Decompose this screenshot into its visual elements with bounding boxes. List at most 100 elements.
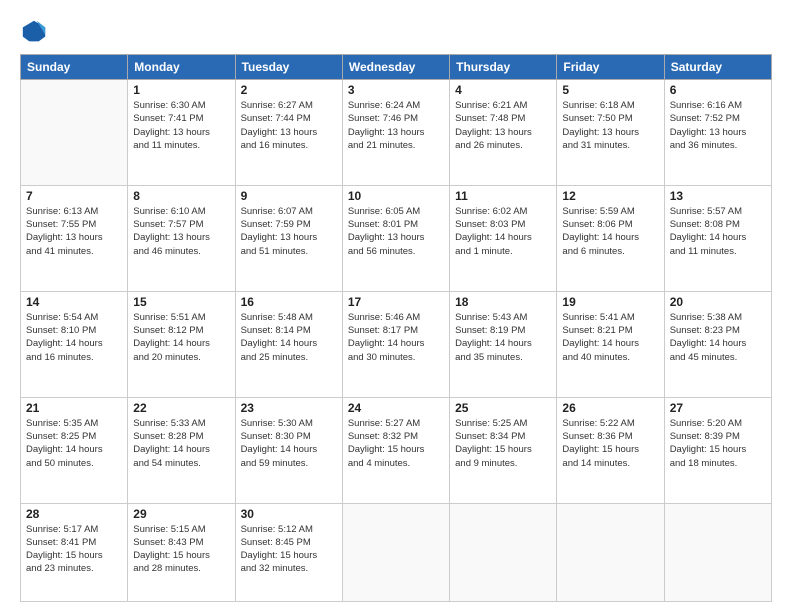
- day-info: Sunrise: 5:15 AMSunset: 8:43 PMDaylight:…: [133, 523, 229, 576]
- day-info: Sunrise: 5:20 AMSunset: 8:39 PMDaylight:…: [670, 417, 766, 470]
- day-info: Sunrise: 5:54 AMSunset: 8:10 PMDaylight:…: [26, 311, 122, 364]
- calendar-day-cell: 30Sunrise: 5:12 AMSunset: 8:45 PMDayligh…: [235, 503, 342, 601]
- calendar-day-cell: 3 Sunrise: 6:24 AMSunset: 7:46 PMDaylight…: [342, 80, 449, 186]
- calendar-day-cell: 18 Sunrise: 5:43 AMSunset: 8:19 PMDayligh…: [450, 291, 557, 397]
- day-info: Sunrise: 5:35 AMSunset: 8:25 PMDaylight:…: [26, 417, 122, 470]
- day-info: Sunrise: 6:02 AMSunset: 8:03 PMDaylight:…: [455, 205, 551, 258]
- calendar-header-row: SundayMondayTuesdayWednesdayThursdayFrid…: [21, 55, 772, 80]
- calendar-week-row: 7 Sunrise: 6:13 AMSunset: 7:55 PMDaylight…: [21, 185, 772, 291]
- logo-icon: [20, 18, 48, 46]
- day-number: 21: [26, 401, 122, 415]
- calendar-day-cell: 11 Sunrise: 6:02 AMSunset: 8:03 PMDayligh…: [450, 185, 557, 291]
- calendar-day-header: Sunday: [21, 55, 128, 80]
- day-info: Sunrise: 6:13 AMSunset: 7:55 PMDaylight:…: [26, 205, 122, 258]
- day-number: 23: [241, 401, 337, 415]
- calendar-day-cell: 12Sunrise: 5:59 AMSunset: 8:06 PMDayligh…: [557, 185, 664, 291]
- calendar-day-cell: 21 Sunrise: 5:35 AMSunset: 8:25 PMDayligh…: [21, 397, 128, 503]
- day-number: 1: [133, 83, 229, 97]
- day-info: Sunrise: 6:05 AMSunset: 8:01 PMDaylight:…: [348, 205, 444, 258]
- day-info: Sunrise: 5:46 AMSunset: 8:17 PMDaylight:…: [348, 311, 444, 364]
- day-info: Sunrise: 6:30 AMSunset: 7:41 PMDaylight:…: [133, 99, 229, 152]
- day-number: 12: [562, 189, 658, 203]
- calendar-day-cell: 19 Sunrise: 5:41 AMSunset: 8:21 PMDayligh…: [557, 291, 664, 397]
- day-info: Sunrise: 6:27 AMSunset: 7:44 PMDaylight:…: [241, 99, 337, 152]
- day-number: 26: [562, 401, 658, 415]
- calendar-day-cell: 6 Sunrise: 6:16 AMSunset: 7:52 PMDaylight…: [664, 80, 771, 186]
- day-number: 20: [670, 295, 766, 309]
- day-info: Sunrise: 5:41 AMSunset: 8:21 PMDaylight:…: [562, 311, 658, 364]
- day-number: 16: [241, 295, 337, 309]
- day-info: Sunrise: 5:48 AMSunset: 8:14 PMDaylight:…: [241, 311, 337, 364]
- calendar-day-cell: 25 Sunrise: 5:25 AMSunset: 8:34 PMDayligh…: [450, 397, 557, 503]
- day-number: 28: [26, 507, 122, 521]
- calendar-day-cell: 10 Sunrise: 6:05 AMSunset: 8:01 PMDayligh…: [342, 185, 449, 291]
- day-info: Sunrise: 6:18 AMSunset: 7:50 PMDaylight:…: [562, 99, 658, 152]
- calendar-day-cell: 2 Sunrise: 6:27 AMSunset: 7:44 PMDaylight…: [235, 80, 342, 186]
- page: SundayMondayTuesdayWednesdayThursdayFrid…: [0, 0, 792, 612]
- day-number: 27: [670, 401, 766, 415]
- calendar-day-cell: 8 Sunrise: 6:10 AMSunset: 7:57 PMDaylight…: [128, 185, 235, 291]
- day-number: 19: [562, 295, 658, 309]
- day-number: 3: [348, 83, 444, 97]
- calendar-day-header: Saturday: [664, 55, 771, 80]
- calendar-day-cell: [342, 503, 449, 601]
- day-number: 25: [455, 401, 551, 415]
- calendar-day-cell: [557, 503, 664, 601]
- day-number: 15: [133, 295, 229, 309]
- logo: [20, 18, 52, 46]
- day-info: Sunrise: 5:27 AMSunset: 8:32 PMDaylight:…: [348, 417, 444, 470]
- day-number: 13: [670, 189, 766, 203]
- day-info: Sunrise: 5:43 AMSunset: 8:19 PMDaylight:…: [455, 311, 551, 364]
- day-info: Sunrise: 6:21 AMSunset: 7:48 PMDaylight:…: [455, 99, 551, 152]
- calendar-day-cell: 22 Sunrise: 5:33 AMSunset: 8:28 PMDayligh…: [128, 397, 235, 503]
- day-number: 24: [348, 401, 444, 415]
- day-number: 17: [348, 295, 444, 309]
- calendar-day-cell: 26 Sunrise: 5:22 AMSunset: 8:36 PMDayligh…: [557, 397, 664, 503]
- day-number: 6: [670, 83, 766, 97]
- calendar-week-row: 14Sunrise: 5:54 AMSunset: 8:10 PMDayligh…: [21, 291, 772, 397]
- calendar-day-cell: 4 Sunrise: 6:21 AMSunset: 7:48 PMDaylight…: [450, 80, 557, 186]
- day-number: 7: [26, 189, 122, 203]
- calendar-day-header: Wednesday: [342, 55, 449, 80]
- calendar-day-cell: 14Sunrise: 5:54 AMSunset: 8:10 PMDayligh…: [21, 291, 128, 397]
- day-number: 10: [348, 189, 444, 203]
- day-number: 18: [455, 295, 551, 309]
- day-number: 2: [241, 83, 337, 97]
- day-number: 30: [241, 507, 337, 521]
- day-info: Sunrise: 5:38 AMSunset: 8:23 PMDaylight:…: [670, 311, 766, 364]
- day-info: Sunrise: 6:10 AMSunset: 7:57 PMDaylight:…: [133, 205, 229, 258]
- day-info: Sunrise: 5:57 AMSunset: 8:08 PMDaylight:…: [670, 205, 766, 258]
- calendar-week-row: 28 Sunrise: 5:17 AMSunset: 8:41 PMDayligh…: [21, 503, 772, 601]
- calendar-day-cell: 16 Sunrise: 5:48 AMSunset: 8:14 PMDayligh…: [235, 291, 342, 397]
- day-info: Sunrise: 5:25 AMSunset: 8:34 PMDaylight:…: [455, 417, 551, 470]
- calendar-day-cell: 23 Sunrise: 5:30 AMSunset: 8:30 PMDayligh…: [235, 397, 342, 503]
- day-number: 4: [455, 83, 551, 97]
- day-info: Sunrise: 5:17 AMSunset: 8:41 PMDaylight:…: [26, 523, 122, 576]
- day-number: 22: [133, 401, 229, 415]
- day-info: Sunrise: 5:22 AMSunset: 8:36 PMDaylight:…: [562, 417, 658, 470]
- calendar-day-cell: 7 Sunrise: 6:13 AMSunset: 7:55 PMDaylight…: [21, 185, 128, 291]
- day-info: Sunrise: 6:07 AMSunset: 7:59 PMDaylight:…: [241, 205, 337, 258]
- calendar-week-row: 21 Sunrise: 5:35 AMSunset: 8:25 PMDayligh…: [21, 397, 772, 503]
- day-number: 29: [133, 507, 229, 521]
- day-number: 11: [455, 189, 551, 203]
- calendar-day-header: Thursday: [450, 55, 557, 80]
- calendar-table: SundayMondayTuesdayWednesdayThursdayFrid…: [20, 54, 772, 602]
- calendar-day-cell: 9 Sunrise: 6:07 AMSunset: 7:59 PMDaylight…: [235, 185, 342, 291]
- calendar-day-cell: 5 Sunrise: 6:18 AMSunset: 7:50 PMDaylight…: [557, 80, 664, 186]
- day-info: Sunrise: 6:16 AMSunset: 7:52 PMDaylight:…: [670, 99, 766, 152]
- day-number: 8: [133, 189, 229, 203]
- calendar-day-cell: 13 Sunrise: 5:57 AMSunset: 8:08 PMDayligh…: [664, 185, 771, 291]
- calendar-day-cell: 29 Sunrise: 5:15 AMSunset: 8:43 PMDayligh…: [128, 503, 235, 601]
- day-number: 9: [241, 189, 337, 203]
- day-info: Sunrise: 5:30 AMSunset: 8:30 PMDaylight:…: [241, 417, 337, 470]
- day-info: Sunrise: 6:24 AMSunset: 7:46 PMDaylight:…: [348, 99, 444, 152]
- calendar-day-cell: 20 Sunrise: 5:38 AMSunset: 8:23 PMDayligh…: [664, 291, 771, 397]
- day-number: 5: [562, 83, 658, 97]
- calendar-day-header: Monday: [128, 55, 235, 80]
- calendar-day-header: Tuesday: [235, 55, 342, 80]
- calendar-day-cell: 27 Sunrise: 5:20 AMSunset: 8:39 PMDayligh…: [664, 397, 771, 503]
- calendar-day-cell: 15Sunrise: 5:51 AMSunset: 8:12 PMDayligh…: [128, 291, 235, 397]
- calendar-day-cell: 1 Sunrise: 6:30 AMSunset: 7:41 PMDaylight…: [128, 80, 235, 186]
- day-info: Sunrise: 5:33 AMSunset: 8:28 PMDaylight:…: [133, 417, 229, 470]
